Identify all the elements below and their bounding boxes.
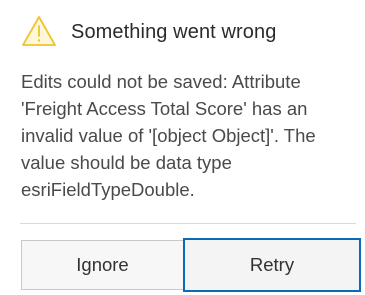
error-message: Edits could not be saved: Attribute 'Fre…	[21, 71, 316, 200]
warning-triangle-icon	[22, 16, 56, 46]
error-dialog: Something went wrong Edits could not be …	[0, 0, 365, 295]
dialog-divider	[20, 223, 356, 224]
dialog-header: Something went wrong	[0, 0, 365, 64]
ignore-button[interactable]: Ignore	[21, 240, 184, 290]
dialog-title: Something went wrong	[71, 21, 277, 43]
retry-button[interactable]: Retry	[183, 238, 361, 292]
